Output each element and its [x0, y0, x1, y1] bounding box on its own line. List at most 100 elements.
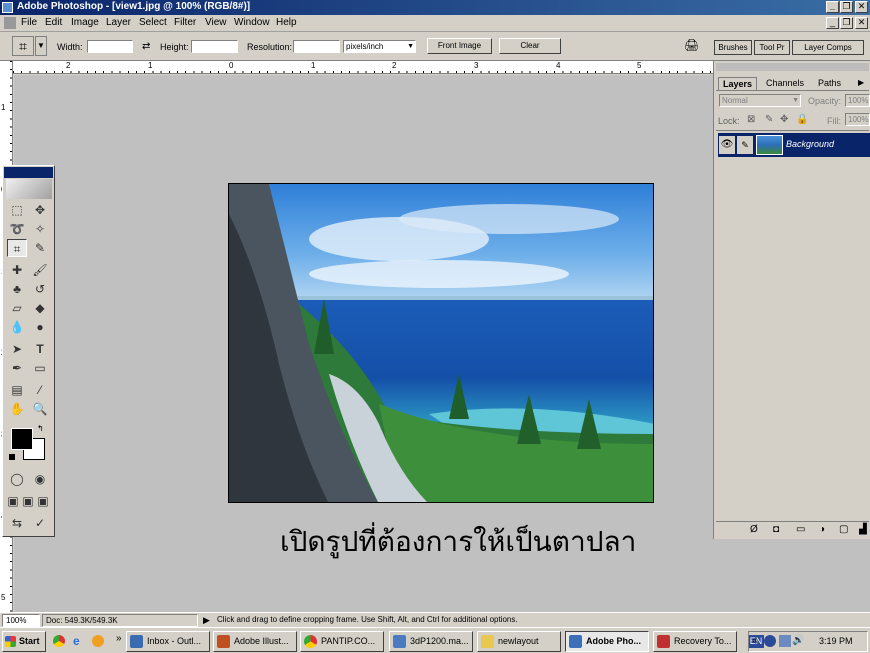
menu-help[interactable]: Help [276, 17, 297, 28]
tab-paths[interactable]: Paths [814, 77, 845, 90]
eye-visibility-icon[interactable]: 👁 [719, 136, 735, 154]
paint-bucket-tool-icon[interactable]: ◆ [30, 299, 50, 317]
resolution-units-select[interactable]: pixels/inch ▼ [343, 40, 416, 53]
taskbar-button-photoshop[interactable]: Adobe Pho... [565, 631, 649, 652]
lasso-tool-icon[interactable]: ➰ [7, 220, 27, 238]
lock-all-icon[interactable]: 🔒 [796, 114, 808, 125]
doc-size-info[interactable]: Doc: 549.3K/549.3K [42, 614, 198, 627]
resolution-input[interactable] [293, 40, 340, 53]
path-selection-tool-icon[interactable]: ➤ [7, 340, 27, 358]
doc-close-button[interactable]: ✕ [855, 17, 868, 29]
width-input[interactable] [87, 40, 133, 53]
default-colors-icon[interactable] [9, 454, 15, 460]
document-image[interactable] [228, 183, 654, 503]
tray-expand-icon[interactable]: « [752, 635, 758, 646]
taskbar-button-illustrator[interactable]: Adobe Illust... [213, 631, 297, 652]
adjustment-layer-icon[interactable]: ◑ [819, 524, 825, 535]
menu-file[interactable]: File [21, 17, 37, 28]
blend-mode-select[interactable]: Normal ▼ [719, 94, 801, 107]
hand-tool-icon[interactable]: ✋ [7, 400, 27, 418]
status-menu-arrow-icon[interactable]: ▶ [203, 615, 210, 626]
clone-stamp-tool-icon[interactable]: ♣ [7, 280, 27, 298]
eyedropper-tool-icon[interactable]: ⁄ [30, 381, 50, 399]
pen-tool-icon[interactable]: ✒ [7, 359, 27, 377]
menu-view[interactable]: View [205, 17, 227, 28]
palette-title-bar[interactable] [716, 63, 869, 71]
taskbar-button-recovery[interactable]: Recovery To... [653, 631, 737, 652]
lock-image-icon[interactable]: ✎ [765, 114, 773, 125]
shape-tool-icon[interactable]: ▭ [30, 359, 50, 377]
lock-position-icon[interactable]: ✥ [780, 114, 788, 125]
tab-layers[interactable]: Layers [718, 77, 758, 90]
toolbox-title-bar[interactable] [4, 167, 53, 178]
palette-tab-layer-comps[interactable]: Layer Comps [792, 40, 864, 55]
feather-logo-icon[interactable] [6, 179, 52, 199]
marquee-tool-icon[interactable]: ⬚ [7, 201, 27, 219]
palette-tab-brushes[interactable]: Brushes [714, 40, 752, 55]
lock-transparency-icon[interactable]: ⊠ [747, 114, 755, 125]
healing-brush-tool-icon[interactable]: ✚ [7, 261, 27, 279]
preset-dropdown-arrow-icon[interactable]: ▼ [35, 36, 47, 56]
full-screen-menu-mode-icon[interactable]: ▣ [20, 492, 36, 510]
palette-tab-tool-presets[interactable]: Tool Pr [754, 40, 790, 55]
outlook-quicklaunch-icon[interactable] [92, 635, 104, 647]
history-brush-tool-icon[interactable]: ↺ [30, 280, 50, 298]
brush-link-icon[interactable]: ✎ [737, 136, 753, 154]
close-button[interactable]: ✕ [855, 1, 868, 13]
opacity-input[interactable]: 100% [845, 94, 870, 107]
full-screen-mode-icon[interactable]: ▣ [35, 492, 51, 510]
crop-tool-preset-icon[interactable]: ⌗ [12, 36, 34, 56]
palette-menu-arrow-icon[interactable]: ▶ [858, 78, 864, 87]
layer-name[interactable]: Background [786, 139, 834, 149]
blur-tool-icon[interactable]: 💧 [7, 318, 27, 336]
taskbar-button-newlayout[interactable]: newlayout [477, 631, 561, 652]
restore-button[interactable]: ❐ [840, 1, 853, 13]
layer-row-background[interactable]: 👁 ✎ Background [718, 133, 870, 157]
standard-screen-mode-icon[interactable]: ▣ [5, 492, 21, 510]
volume-tray-icon[interactable]: 🔊 [792, 635, 804, 646]
standard-mode-icon[interactable]: ◯ [7, 470, 27, 488]
brush-tool-icon[interactable]: 🖌 [30, 261, 50, 279]
move-tool-icon[interactable]: ✥ [30, 201, 50, 219]
taskbar-button-outlook[interactable]: Inbox - Outl... [126, 631, 210, 652]
doc-restore-button[interactable]: ❐ [840, 17, 853, 29]
menu-filter[interactable]: Filter [174, 17, 196, 28]
type-tool-icon[interactable]: T [30, 340, 50, 358]
clock[interactable]: 3:19 PM [819, 636, 853, 646]
dodge-tool-icon[interactable]: ● [30, 318, 50, 336]
new-set-icon[interactable]: ▭ [796, 524, 805, 535]
document-icon[interactable] [4, 17, 16, 29]
swap-dimensions-icon[interactable]: ⇄ [142, 41, 150, 52]
jump-to-imageready-icon[interactable]: ⇆ [7, 514, 27, 532]
menu-window[interactable]: Window [234, 17, 270, 28]
height-input[interactable] [191, 40, 238, 53]
magic-wand-tool-icon[interactable]: ✧ [30, 220, 50, 238]
fill-input[interactable]: 100% [845, 113, 870, 126]
network-tray-icon[interactable] [779, 635, 791, 647]
layer-mask-icon[interactable]: ◘ [773, 524, 779, 535]
slice-tool-icon[interactable]: ✎ [30, 239, 50, 257]
menu-image[interactable]: Image [71, 17, 99, 28]
tab-channels[interactable]: Channels [762, 77, 808, 90]
new-layer-icon[interactable]: ▢ [839, 524, 848, 535]
edit-in-imageready-icon[interactable]: ✓ [30, 514, 50, 532]
foreground-color-swatch[interactable] [11, 428, 33, 450]
doc-minimize-button[interactable]: _ [826, 17, 839, 29]
layer-style-icon[interactable]: Ø [750, 524, 758, 535]
update-tray-icon[interactable] [764, 635, 776, 647]
minimize-button[interactable]: _ [826, 1, 839, 13]
taskbar-button-3dp[interactable]: 3dP1200.ma... [389, 631, 473, 652]
delete-layer-icon[interactable]: ▟ [859, 524, 867, 535]
quick-mask-mode-icon[interactable]: ◉ [30, 470, 50, 488]
front-image-button[interactable]: Front Image [427, 38, 492, 54]
zoom-tool-icon[interactable]: 🔍 [30, 400, 50, 418]
eraser-tool-icon[interactable]: ▱ [7, 299, 27, 317]
horizontal-ruler[interactable]: 2 1 0 1 2 3 4 5 [13, 61, 713, 74]
file-browser-icon[interactable]: 🖨 [684, 38, 702, 54]
chrome-quicklaunch-icon[interactable] [53, 635, 65, 647]
ie-quicklaunch-icon[interactable]: e [73, 634, 80, 648]
menu-edit[interactable]: Edit [45, 17, 62, 28]
crop-tool-icon[interactable]: ⌗ [7, 239, 27, 257]
swap-colors-icon[interactable]: ↰ [37, 424, 44, 433]
menu-select[interactable]: Select [139, 17, 167, 28]
